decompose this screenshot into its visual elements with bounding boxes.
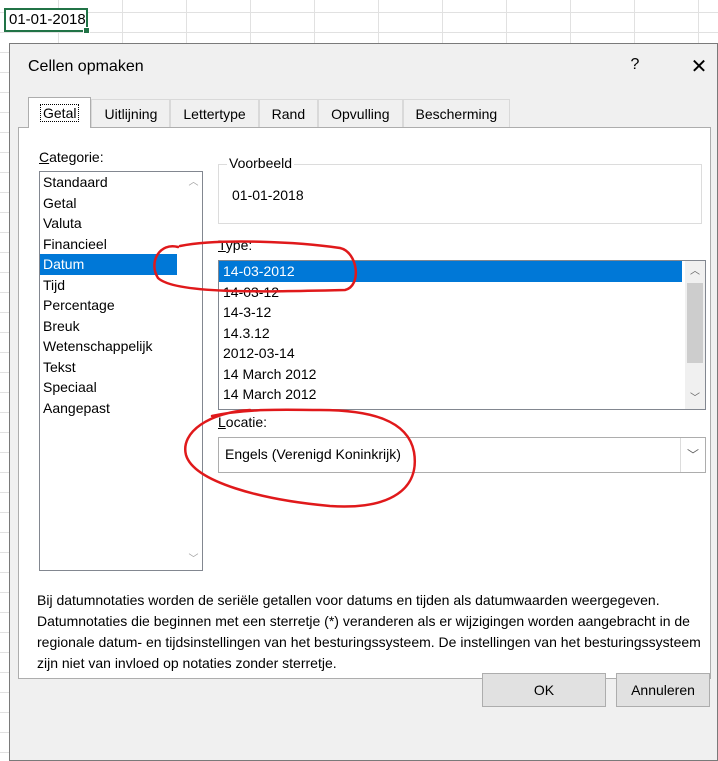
chevron-down-icon[interactable]: ﹀ xyxy=(680,438,705,472)
category-list[interactable]: Standaard Getal Valuta Financieel Datum … xyxy=(39,171,203,571)
category-item-selected[interactable]: Datum xyxy=(40,254,177,275)
locale-label: Locatie: xyxy=(218,414,268,430)
category-item[interactable]: Breuk xyxy=(40,316,177,337)
category-label: Categorie: xyxy=(39,149,104,165)
preview-group: Voorbeeld 01-01-2018 xyxy=(218,155,702,224)
ok-button[interactable]: OK xyxy=(482,673,606,707)
type-list[interactable]: 14-03-2012 14-03-12 14-3-12 14.3.12 2012… xyxy=(218,260,706,410)
category-scrollbar[interactable]: ︿ ﹀ xyxy=(185,172,202,570)
tab-bar: Getal Uitlijning Lettertype Rand Opvulli… xyxy=(28,97,511,128)
tab-bescherming[interactable]: Bescherming xyxy=(402,99,511,127)
category-item[interactable]: Tekst xyxy=(40,357,177,378)
category-item[interactable]: Standaard xyxy=(40,172,177,193)
number-tab-panel: Categorie: Standaard Getal Valuta Financ… xyxy=(18,127,711,679)
close-icon[interactable]: ✕ xyxy=(684,54,714,80)
category-item[interactable]: Valuta xyxy=(40,213,177,234)
type-label: Type: xyxy=(218,237,253,253)
dialog-title: Cellen opmaken xyxy=(28,58,144,75)
tab-rand[interactable]: Rand xyxy=(258,99,319,127)
category-item[interactable]: Percentage xyxy=(40,295,177,316)
category-item[interactable]: Financieel xyxy=(40,234,177,255)
chevron-up-icon[interactable]: ︿ xyxy=(185,174,202,191)
category-item[interactable]: Aangepast xyxy=(40,398,177,419)
type-item[interactable]: 14 March 2012 xyxy=(219,384,682,405)
preview-title: Voorbeeld xyxy=(227,155,295,171)
tab-lettertype[interactable]: Lettertype xyxy=(170,99,259,127)
active-cell[interactable]: 01-01-2018 xyxy=(4,8,90,34)
chevron-up-icon[interactable]: ︿ xyxy=(685,263,705,280)
preview-value: 01-01-2018 xyxy=(232,187,304,203)
tab-opvulling[interactable]: Opvulling xyxy=(318,99,403,127)
cancel-button[interactable]: Annuleren xyxy=(616,673,710,707)
locale-select[interactable]: Engels (Verenigd Koninkrijk) ﹀ xyxy=(218,437,706,473)
format-cells-dialog: Cellen opmaken ? ✕ Getal Uitlijning Lett… xyxy=(9,43,718,761)
chevron-down-icon[interactable]: ﹀ xyxy=(185,551,202,568)
chevron-down-icon[interactable]: ﹀ xyxy=(685,390,705,407)
tab-label: Getal xyxy=(39,104,80,122)
category-item[interactable]: Wetenschappelijk xyxy=(40,336,177,357)
type-scrollbar[interactable]: ︿ ﹀ xyxy=(685,261,705,409)
type-item[interactable]: 14 March 2012 xyxy=(219,364,682,385)
tab-uitlijning[interactable]: Uitlijning xyxy=(91,99,171,127)
category-item[interactable]: Speciaal xyxy=(40,377,177,398)
type-item[interactable]: 2012-03-14 xyxy=(219,343,682,364)
category-item[interactable]: Tijd xyxy=(40,275,177,296)
format-description: Bij datumnotaties worden de seriële geta… xyxy=(37,592,701,671)
category-item[interactable]: Getal xyxy=(40,193,177,214)
help-button[interactable]: ? xyxy=(622,56,648,80)
type-item[interactable]: 14.3.12 xyxy=(219,323,682,344)
tab-getal[interactable]: Getal xyxy=(28,97,92,128)
type-item-selected[interactable]: 14-03-2012 xyxy=(219,261,682,282)
locale-value: Engels (Verenigd Koninkrijk) xyxy=(225,446,401,462)
scrollbar-thumb[interactable] xyxy=(687,283,703,363)
type-item[interactable]: 14-3-12 xyxy=(219,302,682,323)
type-item[interactable]: 14-03-12 xyxy=(219,282,682,303)
